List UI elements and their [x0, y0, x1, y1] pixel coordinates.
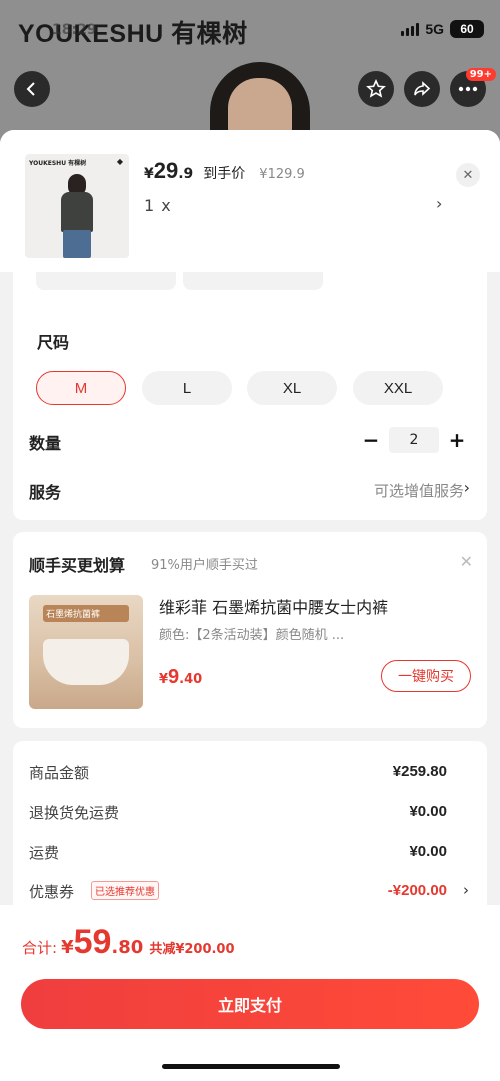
- addon-price-decimal: .40: [179, 672, 203, 687]
- total-currency: ¥: [61, 937, 74, 958]
- addon-price-integer: 9: [168, 666, 180, 688]
- underwear-graphic: [43, 639, 129, 685]
- total-savings: 共减¥200.00: [149, 942, 235, 957]
- addon-spec[interactable]: 颜色:【2条活动装】颜色随机 ...: [159, 624, 344, 643]
- addon-name[interactable]: 维彩菲 石墨烯抗菌中腰女士内裤: [159, 594, 388, 618]
- price-decimal: .9: [178, 166, 194, 182]
- pay-now-button[interactable]: 立即支付: [21, 979, 479, 1029]
- notification-badge: 99+: [465, 68, 496, 81]
- battery-icon: 60: [450, 20, 484, 38]
- total-row: 合计: ¥ 59 .80 共减¥200.00: [22, 923, 235, 962]
- checkout-footer: 合计: ¥ 59 .80 共减¥200.00 立即支付: [0, 905, 500, 1081]
- addon-image-label: 石墨烯抗菌裤: [43, 605, 129, 622]
- size-label: 尺码: [37, 333, 70, 352]
- coupon-badge: 已选推荐优惠: [91, 881, 159, 900]
- share-button[interactable]: [404, 71, 440, 107]
- close-icon[interactable]: ✕: [460, 552, 473, 571]
- star-icon: [366, 79, 386, 98]
- quantity-stepper: − 2 +: [362, 427, 466, 453]
- signal-icon: [401, 22, 420, 36]
- close-button[interactable]: ✕: [456, 163, 480, 187]
- more-dots-icon: [458, 86, 478, 92]
- chevron-right-icon[interactable]: ›: [436, 194, 442, 213]
- addon-title: 顺手买更划算: [29, 556, 126, 575]
- one-click-buy-button[interactable]: 一键购买: [381, 660, 471, 692]
- chevron-left-icon: [26, 82, 35, 96]
- size-option-m[interactable]: M: [36, 371, 126, 405]
- increment-button[interactable]: +: [448, 430, 466, 450]
- summary-value-return-shipping: ¥0.00: [409, 803, 447, 820]
- service-label: 服务: [29, 483, 62, 502]
- summary-value-shipping: ¥0.00: [409, 843, 447, 860]
- network-type: 5G: [425, 21, 444, 37]
- size-option-xl[interactable]: XL: [247, 371, 337, 405]
- model-jeans: [63, 230, 91, 258]
- price-currency: ¥: [144, 166, 154, 182]
- price-tag: 到手价: [203, 166, 246, 182]
- total-integer: 59: [73, 923, 112, 961]
- size-option-xxl[interactable]: XXL: [353, 371, 443, 405]
- order-summary: 商品金额 ¥259.80 退换货免运费 ¥0.00 运费 ¥0.00 优惠券 已…: [13, 741, 487, 921]
- quantity-value[interactable]: 2: [389, 427, 439, 453]
- selected-quantity[interactable]: 1 x: [144, 196, 172, 215]
- product-header: YOUKESHU 有棵树 ◆ ¥ 29 .9 到手价 ¥129.9 1 x ›: [0, 130, 500, 272]
- back-button[interactable]: [14, 71, 50, 107]
- close-icon: ✕: [462, 167, 474, 183]
- total-decimal: .80: [111, 937, 144, 958]
- thumbnail-brand: YOUKESHU 有棵树: [29, 160, 87, 167]
- summary-label-return-shipping: 退换货免运费: [29, 804, 120, 822]
- summary-label-coupon[interactable]: 优惠券: [29, 881, 74, 902]
- addon-price: ¥9.40: [159, 666, 202, 689]
- favorite-button[interactable]: [358, 71, 394, 107]
- decrement-button[interactable]: −: [362, 430, 380, 450]
- service-value[interactable]: 可选增值服务: [374, 480, 464, 501]
- price-integer: 29: [153, 158, 179, 183]
- summary-label-goods: 商品金额: [29, 764, 90, 782]
- product-thumbnail: YOUKESHU 有棵树 ◆: [25, 154, 129, 258]
- model-top: [61, 192, 93, 232]
- chevron-right-icon[interactable]: ›: [464, 478, 470, 497]
- total-label: 合计:: [22, 939, 58, 957]
- status-time: 18:29: [52, 22, 97, 38]
- size-option-l[interactable]: L: [142, 371, 232, 405]
- addon-subtitle: 91%用户顺手买过: [151, 558, 258, 573]
- quantity-label: 数量: [29, 434, 62, 453]
- addon-image[interactable]: 石墨烯抗菌裤: [29, 595, 143, 709]
- addon-card: 顺手买更划算 91%用户顺手买过 ✕ 石墨烯抗菌裤 维彩菲 石墨烯抗菌中腰女士内…: [13, 532, 487, 728]
- price-row: ¥ 29 .9 到手价 ¥129.9: [144, 158, 305, 184]
- home-indicator: [162, 1064, 340, 1069]
- diamond-icon: ◆: [116, 157, 123, 166]
- addon-price-currency: ¥: [159, 672, 169, 687]
- chevron-right-icon[interactable]: ›: [463, 881, 469, 899]
- share-icon: [414, 81, 431, 96]
- summary-label-shipping: 运费: [29, 844, 60, 862]
- summary-value-coupon[interactable]: -¥200.00: [388, 882, 447, 899]
- status-icons: 5G 60: [401, 20, 484, 38]
- original-price: ¥129.9: [259, 167, 305, 182]
- summary-value-goods: ¥259.80: [392, 763, 447, 780]
